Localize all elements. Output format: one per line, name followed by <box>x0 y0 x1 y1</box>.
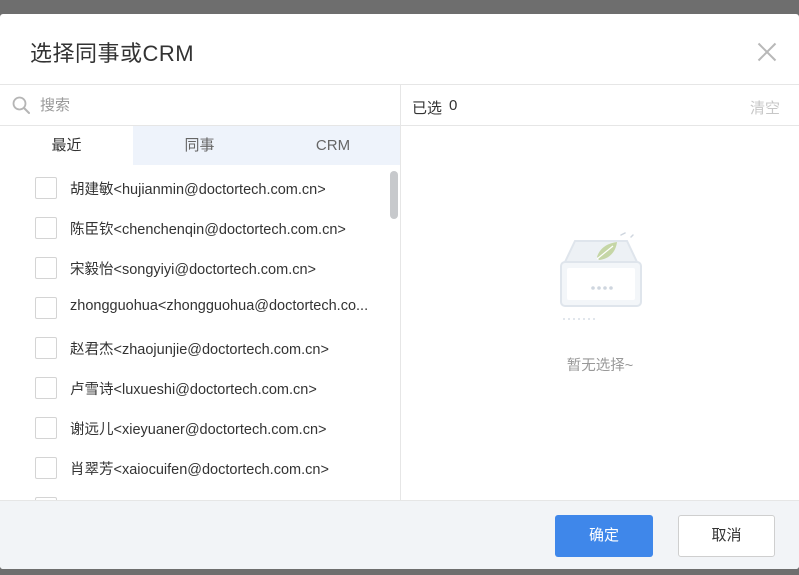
selected-label: 已选 <box>412 100 443 117</box>
contact-list: 胡建敏<hujianmin@doctortech.com.cn> 陈臣钦<che… <box>0 165 400 500</box>
contact-label[interactable]: 肖翠芳<xaiocuifen@doctortech.com.cn> <box>70 458 380 479</box>
contact-checkbox[interactable] <box>35 257 57 279</box>
contact-label[interactable]: 卢雪诗<luxueshi@doctortech.com.cn> <box>70 378 380 399</box>
contact-label[interactable]: 谢远儿<xieyuaner@doctortech.com.cn> <box>70 418 380 439</box>
candidate-pane: 最近 同事 CRM 胡建敏<hujianmin@doctortech.com.c… <box>0 85 401 500</box>
list-item[interactable] <box>0 485 388 500</box>
close-icon[interactable] <box>754 39 780 65</box>
contact-checkbox[interactable] <box>35 457 57 479</box>
contact-checkbox[interactable] <box>35 177 57 199</box>
contact-label[interactable]: 宋毅怡<songyiyi@doctortech.com.cn> <box>70 258 380 279</box>
contact-checkbox[interactable] <box>35 417 57 439</box>
search-input[interactable] <box>40 93 380 117</box>
list-item[interactable]: 肖翠芳<xaiocuifen@doctortech.com.cn> <box>0 445 388 485</box>
dialog-header: 选择同事或CRM <box>0 14 799 85</box>
source-tabs: 最近 同事 CRM <box>0 126 400 165</box>
list-item[interactable]: zhongguohua<zhongguohua@doctortech.co... <box>0 285 388 325</box>
contact-checkbox[interactable] <box>35 337 57 359</box>
contact-checkbox[interactable] <box>35 217 57 239</box>
selected-count: 0 <box>449 97 458 114</box>
contact-label[interactable]: 赵君杰<zhaojunjie@doctortech.com.cn> <box>70 338 380 359</box>
contact-label[interactable]: 陈臣钦<chenchenqin@doctortech.com.cn> <box>70 218 380 239</box>
confirm-button[interactable]: 确定 <box>555 515 653 557</box>
list-item[interactable]: 陈臣钦<chenchenqin@doctortech.com.cn> <box>0 205 388 245</box>
selected-pane: 已选 0 清空 暂无选择~ <box>401 85 799 500</box>
list-scrollbar[interactable] <box>390 171 398 219</box>
search-icon <box>12 96 30 114</box>
list-item[interactable]: 胡建敏<hujianmin@doctortech.com.cn> <box>0 165 388 205</box>
empty-box-icon <box>560 232 642 320</box>
tab-recent[interactable]: 最近 <box>0 126 133 165</box>
cancel-button[interactable]: 取消 <box>678 515 775 557</box>
list-item[interactable]: 赵君杰<zhaojunjie@doctortech.com.cn> <box>0 325 388 365</box>
selected-header: 已选 0 清空 <box>401 85 799 126</box>
contact-checkbox[interactable] <box>35 297 57 319</box>
contact-checkbox[interactable] <box>35 377 57 399</box>
tab-crm[interactable]: CRM <box>266 126 400 165</box>
list-item[interactable]: 宋毅怡<songyiyi@doctortech.com.cn> <box>0 245 388 285</box>
dialog-title: 选择同事或CRM <box>30 41 195 66</box>
search-bar <box>0 85 400 126</box>
list-item[interactable]: 谢远儿<xieyuaner@doctortech.com.cn> <box>0 405 388 445</box>
empty-state-text: 暂无选择~ <box>566 358 634 374</box>
contact-label[interactable]: 胡建敏<hujianmin@doctortech.com.cn> <box>70 178 380 199</box>
contact-label[interactable]: zhongguohua<zhongguohua@doctortech.co... <box>70 298 380 314</box>
clear-button[interactable]: 清空 <box>750 97 780 118</box>
select-colleague-dialog: 选择同事或CRM 最近 同事 CRM 胡建敏<hujianmin@doctort… <box>0 14 799 569</box>
list-item[interactable]: 卢雪诗<luxueshi@doctortech.com.cn> <box>0 365 388 405</box>
dialog-footer: 确定 取消 <box>0 500 799 569</box>
tab-colleagues[interactable]: 同事 <box>133 126 266 165</box>
